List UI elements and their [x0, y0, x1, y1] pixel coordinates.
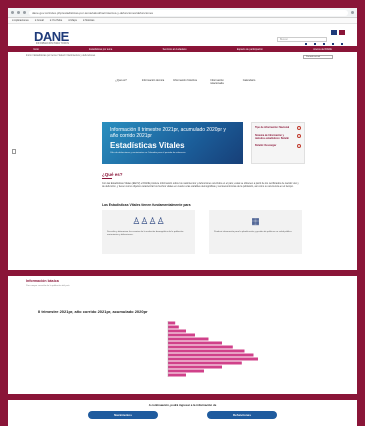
chart-bar	[168, 345, 233, 349]
people-icon: ♙♙♙♙	[132, 216, 165, 226]
chart-bar	[168, 333, 195, 337]
search-button[interactable]	[331, 30, 337, 35]
section-title: Información básica	[26, 279, 59, 283]
chart-bar	[168, 373, 186, 377]
chart-bar	[168, 349, 245, 353]
hero-description: Cifra de defunciones y nacimientos en Co…	[110, 152, 186, 154]
chart-title: II trimestre 2021pr, año corrido 2021pr,…	[38, 309, 148, 314]
nav-item[interactable]: Inicio	[33, 48, 39, 51]
youtube-icon[interactable]	[332, 43, 334, 45]
chart-bar	[168, 361, 242, 365]
pdf-icon[interactable]	[297, 126, 301, 130]
chart-bar	[168, 329, 186, 333]
tab-informacion-relacionada[interactable]: Información relacionada	[204, 79, 230, 85]
share-icon[interactable]	[12, 149, 16, 154]
facebook-icon[interactable]	[305, 43, 307, 45]
que-es-title: ¿Qué es?	[102, 172, 123, 177]
chart-bar	[168, 357, 258, 361]
sidebox-item-label: Sistema de Información y métodos estadís…	[255, 134, 290, 140]
chart-bar	[168, 321, 176, 325]
nav-item[interactable]: Acerca del DANE	[313, 48, 332, 51]
card-text: Describir y determinar los eventos de la…	[107, 231, 184, 236]
search-input[interactable]: Buscar	[277, 37, 327, 42]
sidebox-item-label: Boletín: Descargar	[255, 144, 277, 147]
chart-bar	[168, 369, 204, 373]
tab-calendario[interactable]: Calendario	[236, 79, 262, 85]
section-tabs: ¿Qué es? Información técnica Información…	[108, 79, 262, 85]
bottom-title: A continuación, podrá ingresar a la info…	[148, 403, 217, 407]
defunciones-button[interactable]: Defunciones	[207, 411, 277, 419]
chart-bar	[168, 325, 179, 329]
sidebox-item[interactable]: Boletín: Descargar	[255, 144, 301, 148]
bookmark-item[interactable]: Aplicaciones	[12, 18, 29, 23]
chart-bar	[168, 365, 222, 369]
sidebox-item-label: Tipo de información: Nacional	[255, 126, 290, 129]
building-icon: ▦	[251, 216, 260, 226]
info-sidebox: Tipo de información: Nacional Sistema de…	[251, 122, 305, 164]
sidebox-item[interactable]: Tipo de información: Nacional	[255, 126, 301, 130]
chart-bar	[168, 353, 254, 357]
menu-icon[interactable]	[351, 11, 354, 14]
title-underline	[102, 178, 112, 179]
que-es-text: Con las Estadísticas Vitales (EEVV) el D…	[102, 182, 299, 189]
reload-icon[interactable]	[23, 11, 26, 14]
nacimientos-button[interactable]: Nacimientos	[88, 411, 158, 419]
hero-title: Estadísticas Vitales	[110, 141, 185, 150]
sidebox-item[interactable]: Sistema de Información y métodos estadís…	[255, 134, 301, 140]
page-screenshot-bottom: A continuación, podrá ingresar a la info…	[8, 400, 357, 426]
nav-item[interactable]: Servicios al ciudadano	[163, 48, 187, 51]
accessibility-button[interactable]	[339, 30, 345, 35]
linkedin-icon[interactable]	[341, 43, 343, 45]
browser-chrome: dane.gov.co/index.php/estadisticas-por-t…	[8, 8, 357, 18]
card-text: Producir información para la planificaci…	[214, 231, 293, 233]
pdf-icon[interactable]	[297, 144, 301, 148]
address-bar[interactable]: dane.gov.co/index.php/estadisticas-por-t…	[29, 9, 348, 16]
bar-chart	[167, 321, 258, 377]
nav-item[interactable]: Espacio de participación	[237, 48, 263, 51]
instagram-icon[interactable]	[323, 43, 325, 45]
tipos-title: Las Estadísticas Vitales tienen fundamen…	[102, 203, 191, 207]
period-select[interactable]: Periodo actual	[303, 55, 333, 59]
site-header: DANE INFORMACIÓN PARA TODOS Buscar	[8, 24, 357, 46]
bookmark-item[interactable]: Noticias	[83, 18, 94, 23]
chart-bar	[168, 337, 209, 341]
pdf-icon[interactable]	[297, 134, 301, 138]
back-icon[interactable]	[11, 11, 14, 14]
section-subtitle: Para mayor consulta de la población del …	[26, 285, 70, 287]
tab-que-es[interactable]: ¿Qué es?	[108, 79, 134, 85]
tab-informacion-tecnica[interactable]: Información técnica	[140, 79, 166, 85]
forward-icon[interactable]	[17, 11, 20, 14]
bookmark-item[interactable]: Gmail	[35, 18, 44, 23]
social-icons	[305, 43, 343, 45]
nav-item[interactable]: Estadísticas por tema	[89, 48, 112, 51]
bookmark-item[interactable]: YouTube	[50, 18, 62, 23]
hero-banner: Información II trimestre 2021pr, acumula…	[102, 122, 243, 164]
tab-informacion-historica[interactable]: Información histórica	[172, 79, 198, 85]
chart-bar	[168, 341, 222, 345]
page-screenshot-middle: Información básica Para mayor consulta d…	[8, 276, 357, 394]
bookmark-item[interactable]: Maps	[68, 18, 77, 23]
page-screenshot-top: dane.gov.co/index.php/estadisticas-por-t…	[8, 8, 357, 270]
info-card: ▦ Producir información para la planifica…	[209, 210, 302, 254]
logo-tagline: INFORMACIÓN PARA TODOS	[36, 42, 69, 45]
info-card: ♙♙♙♙ Describir y determinar los eventos …	[102, 210, 195, 254]
hero-period: Información II trimestre 2021pr, acumula…	[110, 127, 226, 139]
twitter-icon[interactable]	[314, 43, 316, 45]
